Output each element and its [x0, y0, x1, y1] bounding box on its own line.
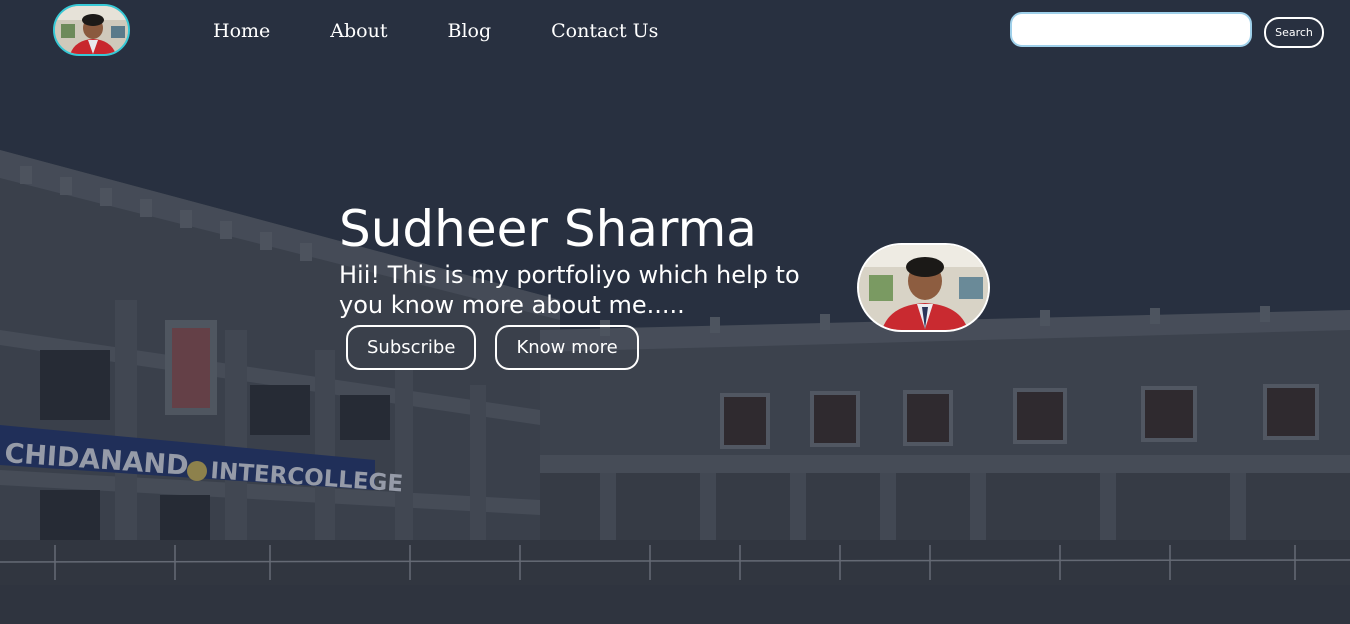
avatar-photo-icon	[859, 245, 988, 330]
search-button[interactable]: Search	[1264, 17, 1324, 48]
avatar	[857, 243, 990, 332]
nav-links: Home About Blog Contact Us	[183, 18, 688, 44]
nav-link-home[interactable]: Home	[183, 18, 300, 44]
nav-link-about[interactable]: About	[300, 18, 417, 44]
hero-buttons: Subscribe Know more	[346, 325, 639, 370]
profile-photo-icon	[55, 6, 128, 54]
subscribe-button[interactable]: Subscribe	[346, 325, 477, 370]
navbar: Home About Blog Contact Us Search	[0, 0, 1350, 62]
hero-section: Sudheer Sharma Hii! This is my portfoliy…	[339, 198, 839, 320]
search-input[interactable]	[1010, 12, 1252, 47]
nav-link-blog[interactable]: Blog	[417, 18, 521, 44]
hero-title: Sudheer Sharma	[339, 200, 757, 258]
profile-logo[interactable]	[53, 4, 130, 56]
nav-link-contact-us[interactable]: Contact Us	[521, 18, 688, 44]
hero-subtitle: Hii! This is my portfoliyo which help to…	[339, 261, 800, 319]
know-more-button[interactable]: Know more	[495, 325, 639, 370]
